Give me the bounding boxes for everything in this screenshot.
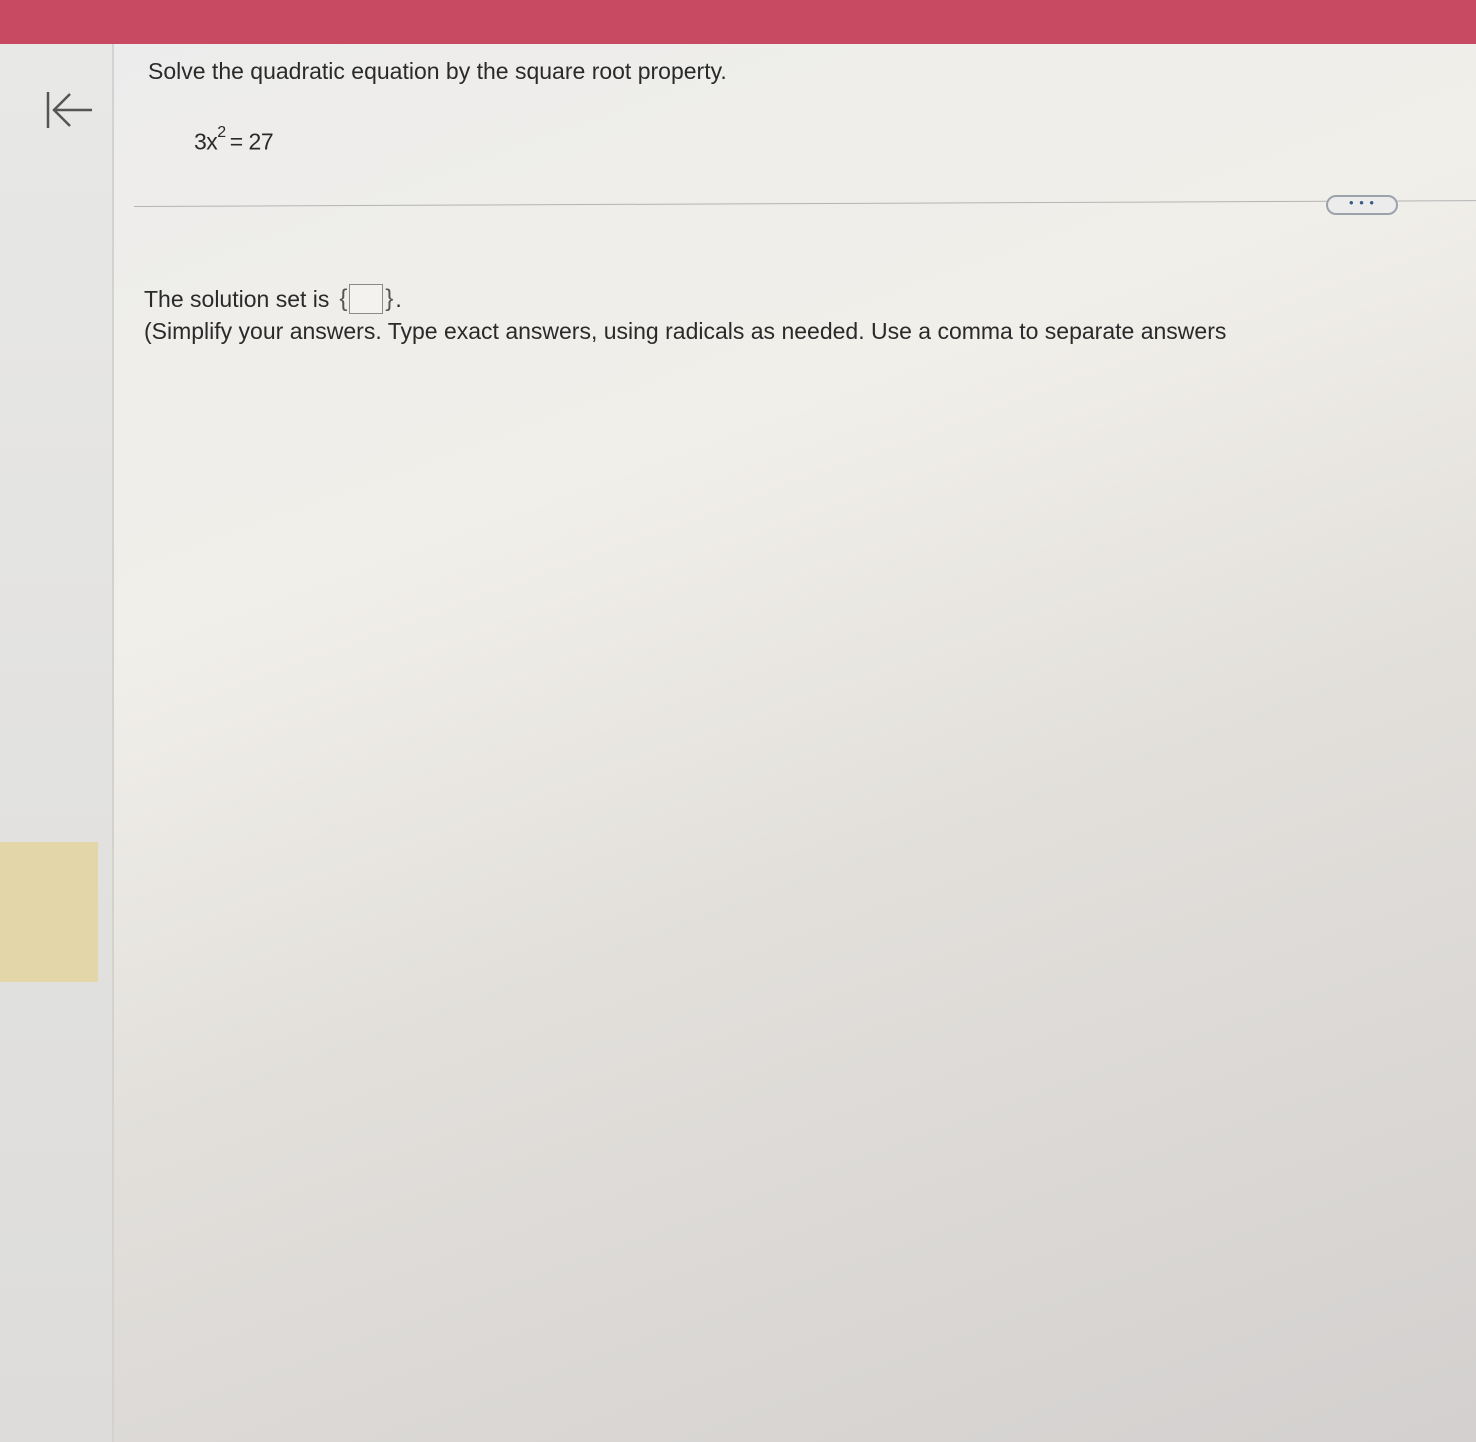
answer-period: .: [395, 285, 402, 312]
close-brace: }: [385, 285, 394, 312]
answer-input[interactable]: [349, 284, 384, 314]
sidebar-highlight: [0, 842, 98, 982]
equation: 3x2 = 27: [194, 124, 274, 156]
left-sidebar: [0, 44, 114, 1442]
back-arrow-icon[interactable]: [44, 86, 96, 132]
solution-lead-text: The solution set is: [144, 285, 330, 312]
answer-instruction: (Simplify your answers. Type exact answe…: [144, 318, 1227, 344]
open-brace: {: [339, 285, 348, 312]
more-options-button[interactable]: • • •: [1326, 195, 1398, 215]
equation-exponent: 2: [217, 124, 226, 141]
equation-lhs: 3x: [194, 128, 218, 155]
top-banner: [0, 0, 1476, 44]
equation-rhs: = 27: [229, 128, 274, 155]
section-divider: [134, 200, 1476, 207]
solution-set-line: The solution set is { } .: [144, 284, 402, 314]
question-prompt: Solve the quadratic equation by the squa…: [148, 58, 727, 84]
